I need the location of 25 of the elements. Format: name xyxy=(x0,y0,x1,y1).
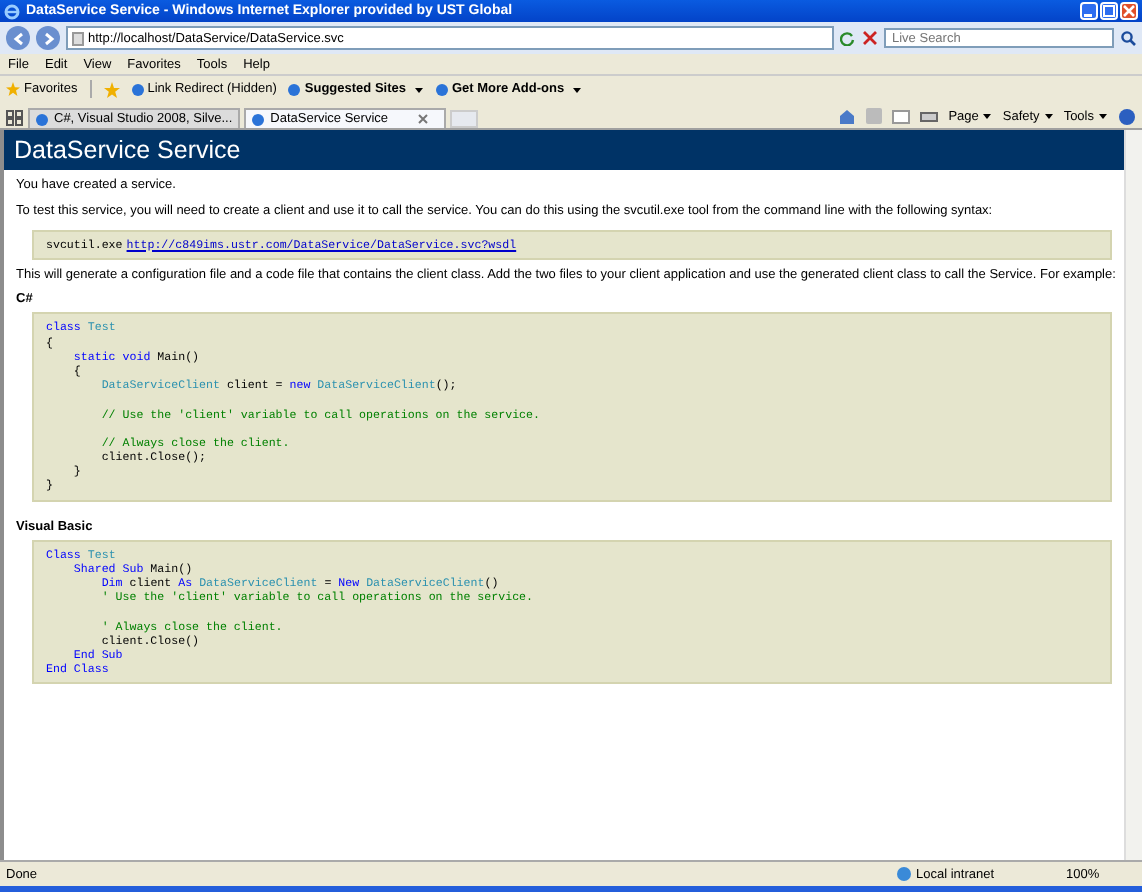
quick-tabs-icon[interactable] xyxy=(6,108,24,128)
forward-button[interactable] xyxy=(36,26,60,50)
minimize-button[interactable] xyxy=(1080,2,1098,20)
stop-icon[interactable] xyxy=(862,30,878,46)
page-icon xyxy=(72,31,84,45)
close-tab-icon[interactable] xyxy=(418,114,429,124)
close-button[interactable] xyxy=(1120,2,1138,20)
home-icon[interactable] xyxy=(838,108,857,124)
caret-icon xyxy=(982,112,993,120)
help-icon[interactable] xyxy=(1118,107,1136,125)
maximize-button[interactable] xyxy=(1100,2,1118,20)
browser-logo-icon xyxy=(4,3,20,19)
maximize-icon xyxy=(1102,4,1116,18)
refresh-icon[interactable] xyxy=(840,30,856,46)
globe-icon xyxy=(896,866,912,882)
scrollbar[interactable] xyxy=(1124,130,1142,860)
back-button[interactable] xyxy=(6,26,30,50)
star-icon xyxy=(6,82,20,96)
mail-icon[interactable] xyxy=(892,109,911,123)
close-icon xyxy=(1122,4,1136,18)
print-icon[interactable] xyxy=(920,108,939,124)
search-icon[interactable] xyxy=(1120,30,1136,46)
caret-icon xyxy=(1098,112,1108,120)
caret-icon xyxy=(1043,112,1054,120)
page-heading: DataService Service xyxy=(4,130,1124,170)
